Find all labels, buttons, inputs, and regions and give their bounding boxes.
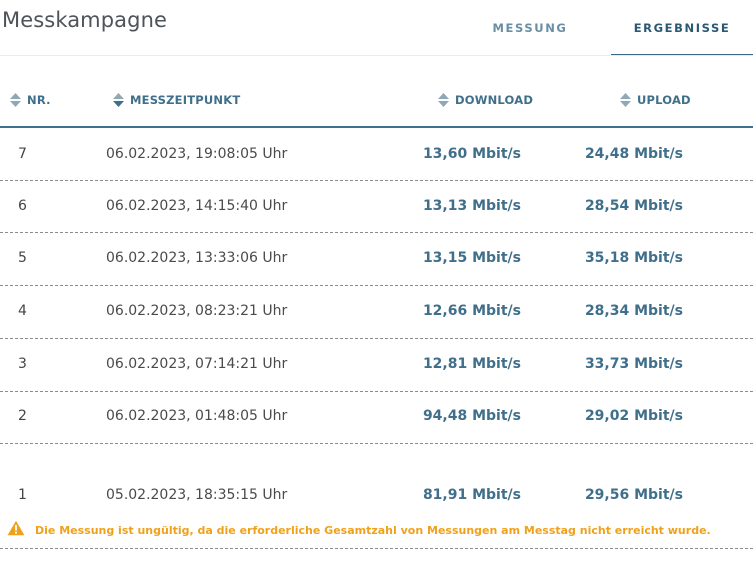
column-header-nr-label: NR. (27, 93, 51, 107)
cell-nr: 5 (18, 250, 27, 266)
cell-nr: 1 (18, 487, 27, 503)
sort-icon (437, 92, 450, 108)
cell-nr: 6 (18, 198, 27, 214)
cell-download: 12,81 Mbit/s (422, 356, 521, 372)
page-title: Messkampagne (2, 8, 167, 32)
tab-messung[interactable]: MESSUNG (470, 0, 590, 56)
tab-bar: MESSUNG ERGEBNISSE (470, 0, 753, 56)
sort-icon (619, 92, 632, 108)
table-bottom-divider (0, 548, 753, 549)
cell-upload: 28,34 Mbit/s (584, 303, 683, 319)
warning-text: Die Messung ist ungültig, da die erforde… (35, 523, 711, 537)
invalid-measurement-warning: Die Messung ist ungültig, da die erforde… (7, 520, 711, 540)
tab-ergebnisse[interactable]: ERGEBNISSE (611, 0, 753, 56)
cell-messzeitpunkt: 06.02.2023, 07:14:21 Uhr (106, 356, 288, 372)
table-row: 2 06.02.2023, 01:48:05 Uhr 94,48 Mbit/s … (0, 392, 753, 444)
header-divider (0, 55, 753, 56)
cell-nr: 4 (18, 303, 27, 319)
cell-upload: 24,48 Mbit/s (584, 146, 683, 162)
cell-messzeitpunkt: 06.02.2023, 01:48:05 Uhr (106, 408, 288, 424)
column-header-nr[interactable]: NR. (9, 91, 51, 109)
column-header-messzeitpunkt-label: MESSZEITPUNKT (130, 93, 241, 107)
column-header-download[interactable]: DOWNLOAD (437, 91, 533, 109)
cell-nr: 7 (18, 146, 27, 162)
column-header-messzeitpunkt[interactable]: MESSZEITPUNKT (112, 91, 240, 109)
table-row: 6 06.02.2023, 14:15:40 Uhr 13,13 Mbit/s … (0, 181, 753, 233)
cell-messzeitpunkt: 06.02.2023, 19:08:05 Uhr (106, 146, 288, 162)
cell-download: 13,60 Mbit/s (422, 146, 521, 162)
warning-icon (7, 520, 25, 540)
cell-upload: 33,73 Mbit/s (584, 356, 683, 372)
table-row: 7 06.02.2023, 19:08:05 Uhr 13,60 Mbit/s … (0, 129, 753, 181)
column-header-download-label: DOWNLOAD (455, 93, 534, 107)
column-header-upload-label: UPLOAD (637, 93, 691, 107)
cell-upload: 35,18 Mbit/s (584, 250, 683, 266)
sort-icon (112, 92, 125, 108)
cell-messzeitpunkt: 05.02.2023, 18:35:15 Uhr (106, 487, 288, 503)
column-header-upload[interactable]: UPLOAD (619, 91, 691, 109)
cell-download: 12,66 Mbit/s (422, 303, 521, 319)
cell-nr: 2 (18, 408, 27, 424)
cell-nr: 3 (18, 356, 27, 372)
cell-upload: 28,54 Mbit/s (584, 198, 683, 214)
cell-download: 13,15 Mbit/s (422, 250, 521, 266)
cell-download: 94,48 Mbit/s (422, 408, 521, 424)
table-row: 4 06.02.2023, 08:23:21 Uhr 12,66 Mbit/s … (0, 286, 753, 339)
table-header: NR. MESSZEITPUNKT DOWNLOAD UPLOAD (0, 74, 753, 128)
cell-download: 81,91 Mbit/s (422, 487, 521, 503)
cell-upload: 29,02 Mbit/s (584, 408, 683, 424)
cell-messzeitpunkt: 06.02.2023, 13:33:06 Uhr (106, 250, 288, 266)
cell-upload: 29,56 Mbit/s (584, 487, 683, 503)
sort-icon (9, 92, 22, 108)
cell-messzeitpunkt: 06.02.2023, 14:15:40 Uhr (106, 198, 288, 214)
cell-messzeitpunkt: 06.02.2023, 08:23:21 Uhr (106, 303, 288, 319)
table-row: 5 06.02.2023, 13:33:06 Uhr 13,15 Mbit/s … (0, 233, 753, 286)
cell-download: 13,13 Mbit/s (422, 198, 521, 214)
table-row: 3 06.02.2023, 07:14:21 Uhr 12,81 Mbit/s … (0, 339, 753, 392)
